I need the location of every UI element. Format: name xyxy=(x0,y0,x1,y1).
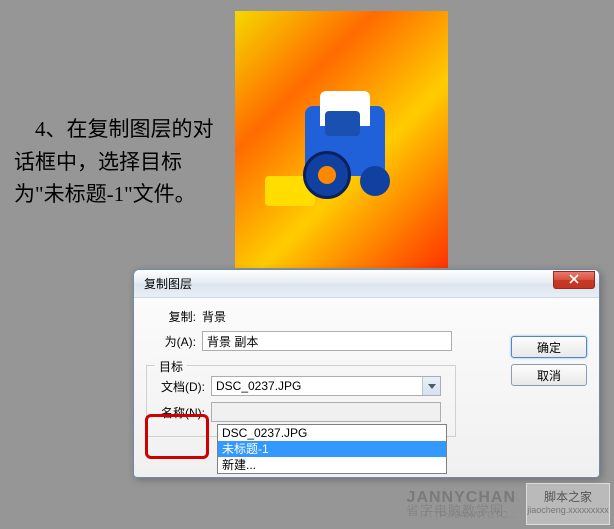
site-watermark: 脚本之家 jiaocheng.xxxxxxxxx xyxy=(526,483,610,525)
cancel-button[interactable]: 取消 xyxy=(511,364,587,386)
instruction-text: 4、在复制图层的对话框中，选择目标为"未标题-1"文件。 xyxy=(14,113,219,211)
target-legend: 目标 xyxy=(155,358,187,375)
ok-button[interactable]: 确定 xyxy=(511,336,587,358)
as-input[interactable] xyxy=(202,331,452,351)
chevron-down-icon xyxy=(422,377,440,395)
as-label: 为(A): xyxy=(146,333,202,350)
dropdown-item[interactable]: DSC_0237.JPG xyxy=(218,425,446,441)
tutorial-photo xyxy=(235,11,448,268)
dropdown-item-selected[interactable]: 未标题-1 xyxy=(218,441,446,457)
document-combo-value: DSC_0237.JPG xyxy=(212,377,422,395)
watermark-line2: jiaocheng.xxxxxxxxx xyxy=(527,505,609,515)
close-button[interactable] xyxy=(553,271,595,289)
close-icon xyxy=(569,271,579,289)
name-combobox[interactable] xyxy=(211,402,441,422)
toy-tractor-graphic xyxy=(275,96,415,216)
watermark-text: 省字电脑教学网 xyxy=(406,500,504,519)
duplicate-layer-dialog: 复制图层 复制: 背景 为(A): 目标 文档(D): DSC_0237.JPG xyxy=(133,269,600,478)
copy-label: 复制: xyxy=(146,308,202,325)
document-combobox[interactable]: DSC_0237.JPG xyxy=(211,376,441,396)
name-label: 名称(N): xyxy=(155,404,211,421)
dropdown-item[interactable]: 新建... xyxy=(218,457,446,473)
document-dropdown-list: DSC_0237.JPG 未标题-1 新建... xyxy=(217,424,447,474)
copy-value: 背景 xyxy=(202,308,226,325)
name-combo-value xyxy=(212,403,440,421)
dialog-titlebar[interactable]: 复制图层 xyxy=(134,270,599,298)
watermark-line1: 脚本之家 xyxy=(527,488,609,505)
document-label: 文档(D): xyxy=(155,378,211,395)
dialog-title: 复制图层 xyxy=(144,275,553,292)
